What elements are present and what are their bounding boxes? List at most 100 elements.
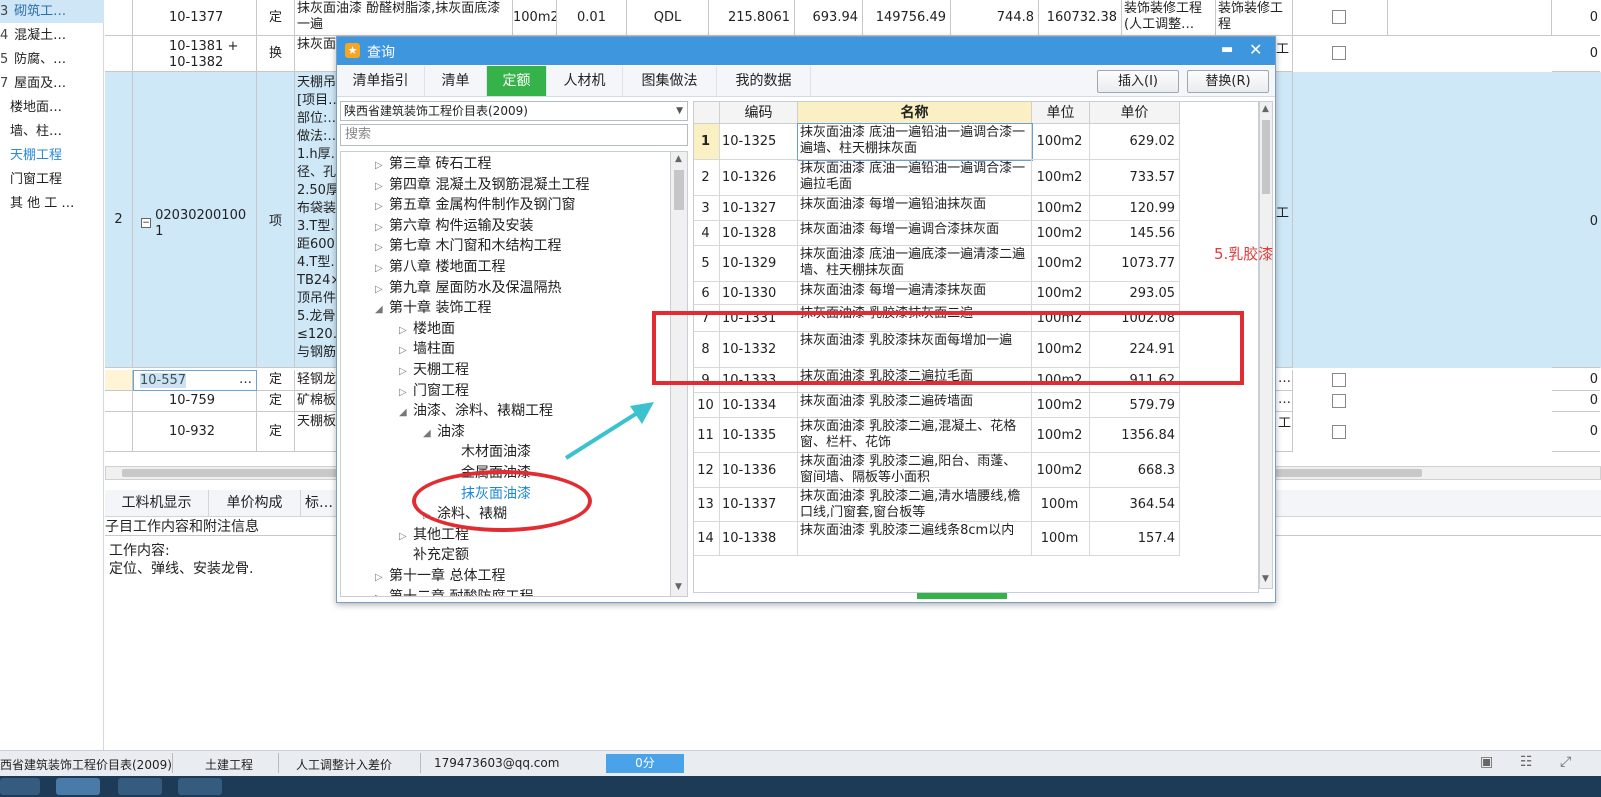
tree-node[interactable]: ◢ 油漆、涂料、裱糊工程 <box>399 401 553 421</box>
header-unit[interactable]: 单位 <box>1032 102 1090 124</box>
collapsed-icon[interactable]: ▷ <box>375 280 389 300</box>
nav-item-ceiling[interactable]: 天棚工程 <box>0 144 104 167</box>
tab-bill[interactable]: 清单 <box>425 66 487 96</box>
taskbar-item[interactable] <box>118 778 162 795</box>
grid-icon[interactable]: ☷ <box>1520 754 1533 770</box>
row-checkbox[interactable] <box>1332 425 1346 439</box>
taskbar-item[interactable] <box>0 778 40 795</box>
result-row[interactable]: 11 10-1335 抹灰面油漆 乳胶漆二遍,混凝土、花格窗、栏杆、花饰 100m2 1… <box>694 418 1258 453</box>
nav-item-other[interactable]: 其 他 工 … <box>0 192 104 215</box>
tree-node[interactable]: ▷ 第九章 屋面防水及保温隔热 <box>375 278 561 298</box>
maximize-icon[interactable]: ▬ <box>1221 42 1233 57</box>
insert-button[interactable]: 插入(I) <box>1097 70 1179 93</box>
collapsed-icon[interactable]: ▷ <box>375 156 389 176</box>
row-code-edit[interactable]: 10-557 … <box>133 370 257 391</box>
row-checkbox[interactable] <box>1332 394 1346 408</box>
results-scrollbar[interactable]: ▲ ▼ <box>1259 101 1273 589</box>
tree-node[interactable]: ▷ 第七章 木门窗和木结构工程 <box>375 236 561 256</box>
status-score[interactable]: 0分 <box>606 754 684 773</box>
header-price[interactable]: 单价 <box>1090 102 1180 124</box>
tree-node[interactable]: ▷ 第四章 混凝土及钢筋混凝土工程 <box>375 175 589 195</box>
tree-node[interactable]: ▷ 楼地面 <box>399 319 455 339</box>
expanded-icon[interactable]: ◢ <box>423 424 437 444</box>
result-row[interactable]: 10 10-1334 抹灰面油漆 乳胶漆二遍砖墙面 100m2 579.79 <box>694 393 1258 418</box>
result-row[interactable]: 13 10-1337 抹灰面油漆 乳胶漆二遍,清水墙腰线,檐口线,门窗套,窗台板等 1… <box>694 488 1258 522</box>
result-row[interactable]: 12 10-1336 抹灰面油漆 乳胶漆二遍,阳台、雨蓬、窗间墙、隔板等小面积 100… <box>694 453 1258 488</box>
row-checkbox[interactable] <box>1332 10 1346 24</box>
collapsed-icon[interactable]: ▷ <box>399 321 413 341</box>
tab-quota[interactable]: 定额 <box>487 66 547 96</box>
scroll-up-icon[interactable]: ▲ <box>1262 104 1269 114</box>
table-row[interactable]: 10-1377 定 抹灰面油漆 酚醛树脂漆,抹灰面底漆一遍 100m2 0.01… <box>105 0 1601 36</box>
result-row[interactable]: 14 10-1338 抹灰面油漆 乳胶漆二遍线条8cm以内 100m 157.4 <box>694 522 1258 556</box>
collapsed-icon[interactable]: ▷ <box>375 568 389 588</box>
nav-item-doors[interactable]: 门窗工程 <box>0 168 104 191</box>
result-row[interactable]: 1 10-1325 抹灰面油漆 底油一遍铅油一遍调合漆一遍墙、柱天棚抹灰面 100m2… <box>694 123 1258 161</box>
collapsed-icon[interactable]: ▷ <box>399 341 413 361</box>
tree-node[interactable]: ▷ 第三章 砖石工程 <box>375 154 491 174</box>
header-code[interactable]: 编码 <box>720 102 798 124</box>
tab-price-composition[interactable]: 单价构成 <box>209 490 301 517</box>
tree-node[interactable]: ▷ 第六章 构件运输及安装 <box>375 216 533 236</box>
nav-item-wall[interactable]: 墙、柱… <box>0 120 104 143</box>
collapsed-icon[interactable]: ▷ <box>375 238 389 258</box>
collapsed-icon[interactable]: ▷ <box>375 218 389 238</box>
collapsed-icon[interactable]: ▷ <box>375 177 389 197</box>
nav-item-anticorrosion[interactable]: 5 防腐、… <box>0 48 104 71</box>
library-select[interactable]: 陕西省建筑装饰工程价目表(2009) ▼ <box>340 101 688 121</box>
tree-node[interactable]: 木材面油漆 <box>447 442 531 462</box>
collapsed-icon[interactable]: ▷ <box>399 527 413 547</box>
close-icon[interactable]: ✕ <box>1249 40 1262 59</box>
collapsed-icon[interactable]: ▷ <box>375 197 389 217</box>
tree-node[interactable]: 补充定额 <box>399 545 469 565</box>
more-button[interactable]: … <box>239 372 252 388</box>
tree-node[interactable]: ◢ 第十章 装饰工程 <box>375 298 491 318</box>
result-row[interactable]: 4 10-1328 抹灰面油漆 每增一遍调合漆抹灰面 100m2 145.56 <box>694 221 1258 246</box>
nav-item-concrete[interactable]: 4 混凝土… <box>0 24 104 47</box>
tree-node[interactable]: ▷ 天棚工程 <box>399 360 469 380</box>
scroll-up-icon[interactable]: ▲ <box>675 154 682 164</box>
result-row[interactable]: 6 10-1330 抹灰面油漆 每增一遍清漆抹灰面 100m2 293.05 <box>694 282 1258 305</box>
header-name[interactable]: 名称 <box>798 102 1032 124</box>
tree-node[interactable]: ▷ 第十一章 总体工程 <box>375 566 505 586</box>
tree-node[interactable]: ▷第十二章 耐酸防腐工程 <box>375 587 533 596</box>
collapsed-icon[interactable]: ▷ <box>399 383 413 403</box>
result-row[interactable]: 3 10-1327 抹灰面油漆 每增一遍铅油抹灰面 100m2 120.99 <box>694 196 1258 221</box>
view-icon[interactable]: ▣ <box>1480 754 1493 770</box>
tree-node[interactable]: ▷ 门窗工程 <box>399 381 469 401</box>
expanded-icon[interactable]: ◢ <box>375 300 389 320</box>
collapsed-icon[interactable]: ▷ <box>399 362 413 382</box>
tab-materials[interactable]: 人材机 <box>547 66 623 96</box>
scroll-down-icon[interactable]: ▼ <box>1262 574 1269 584</box>
expanded-icon[interactable]: ◢ <box>399 403 413 423</box>
nav-item-roof[interactable]: 7 屋面及… <box>0 72 104 95</box>
tab-my-data[interactable]: 我的数据 <box>717 66 811 96</box>
search-input[interactable]: 搜索 <box>340 124 688 146</box>
tree-node[interactable]: ▷ 墙柱面 <box>399 339 455 359</box>
scroll-down-icon[interactable]: ▼ <box>675 582 682 592</box>
scrollbar-thumb[interactable] <box>674 170 684 210</box>
dialog-titlebar[interactable]: ★ 查询 ▬ ✕ <box>337 37 1275 65</box>
collapsed-icon[interactable]: ▷ <box>375 589 389 596</box>
tab-atlas[interactable]: 图集做法 <box>623 66 717 96</box>
row-checkbox[interactable] <box>1332 46 1346 60</box>
result-row[interactable]: 2 10-1326 抹灰面油漆 底油一遍铅油一遍调合漆一遍拉毛面 100m2 733.5… <box>694 160 1258 196</box>
row-checkbox[interactable] <box>1332 373 1346 387</box>
result-row[interactable]: 5 10-1329 抹灰面油漆 底油一遍底漆一遍清漆二遍墙、柱天棚抹灰面 100m2 1… <box>694 246 1258 282</box>
scrollbar-thumb[interactable] <box>1262 120 1270 194</box>
tab-bill-guide[interactable]: 清单指引 <box>337 66 425 96</box>
nav-item-floor[interactable]: 楼地面… <box>0 96 104 119</box>
tab-labor-material[interactable]: 工料机显示 <box>105 490 209 517</box>
replace-button[interactable]: 替换(R) <box>1187 70 1269 93</box>
collapse-icon[interactable]: − <box>141 218 151 228</box>
nav-item-masonry[interactable]: 3 砌筑工… <box>0 0 104 23</box>
tab-standard[interactable]: 标… <box>301 490 337 517</box>
tree-node[interactable]: ▷ 第八章 楼地面工程 <box>375 257 505 277</box>
expand-icon[interactable]: ⤢ <box>1560 754 1571 770</box>
tree-node[interactable]: ▷ 第五章 金属构件制作及钢门窗 <box>375 195 575 215</box>
splitter-handle[interactable] <box>917 593 1007 599</box>
collapsed-icon[interactable]: ▷ <box>375 259 389 279</box>
taskbar-item[interactable] <box>178 778 222 795</box>
taskbar-item[interactable] <box>56 778 100 795</box>
tree-node[interactable]: ◢ 油漆 <box>423 422 465 442</box>
